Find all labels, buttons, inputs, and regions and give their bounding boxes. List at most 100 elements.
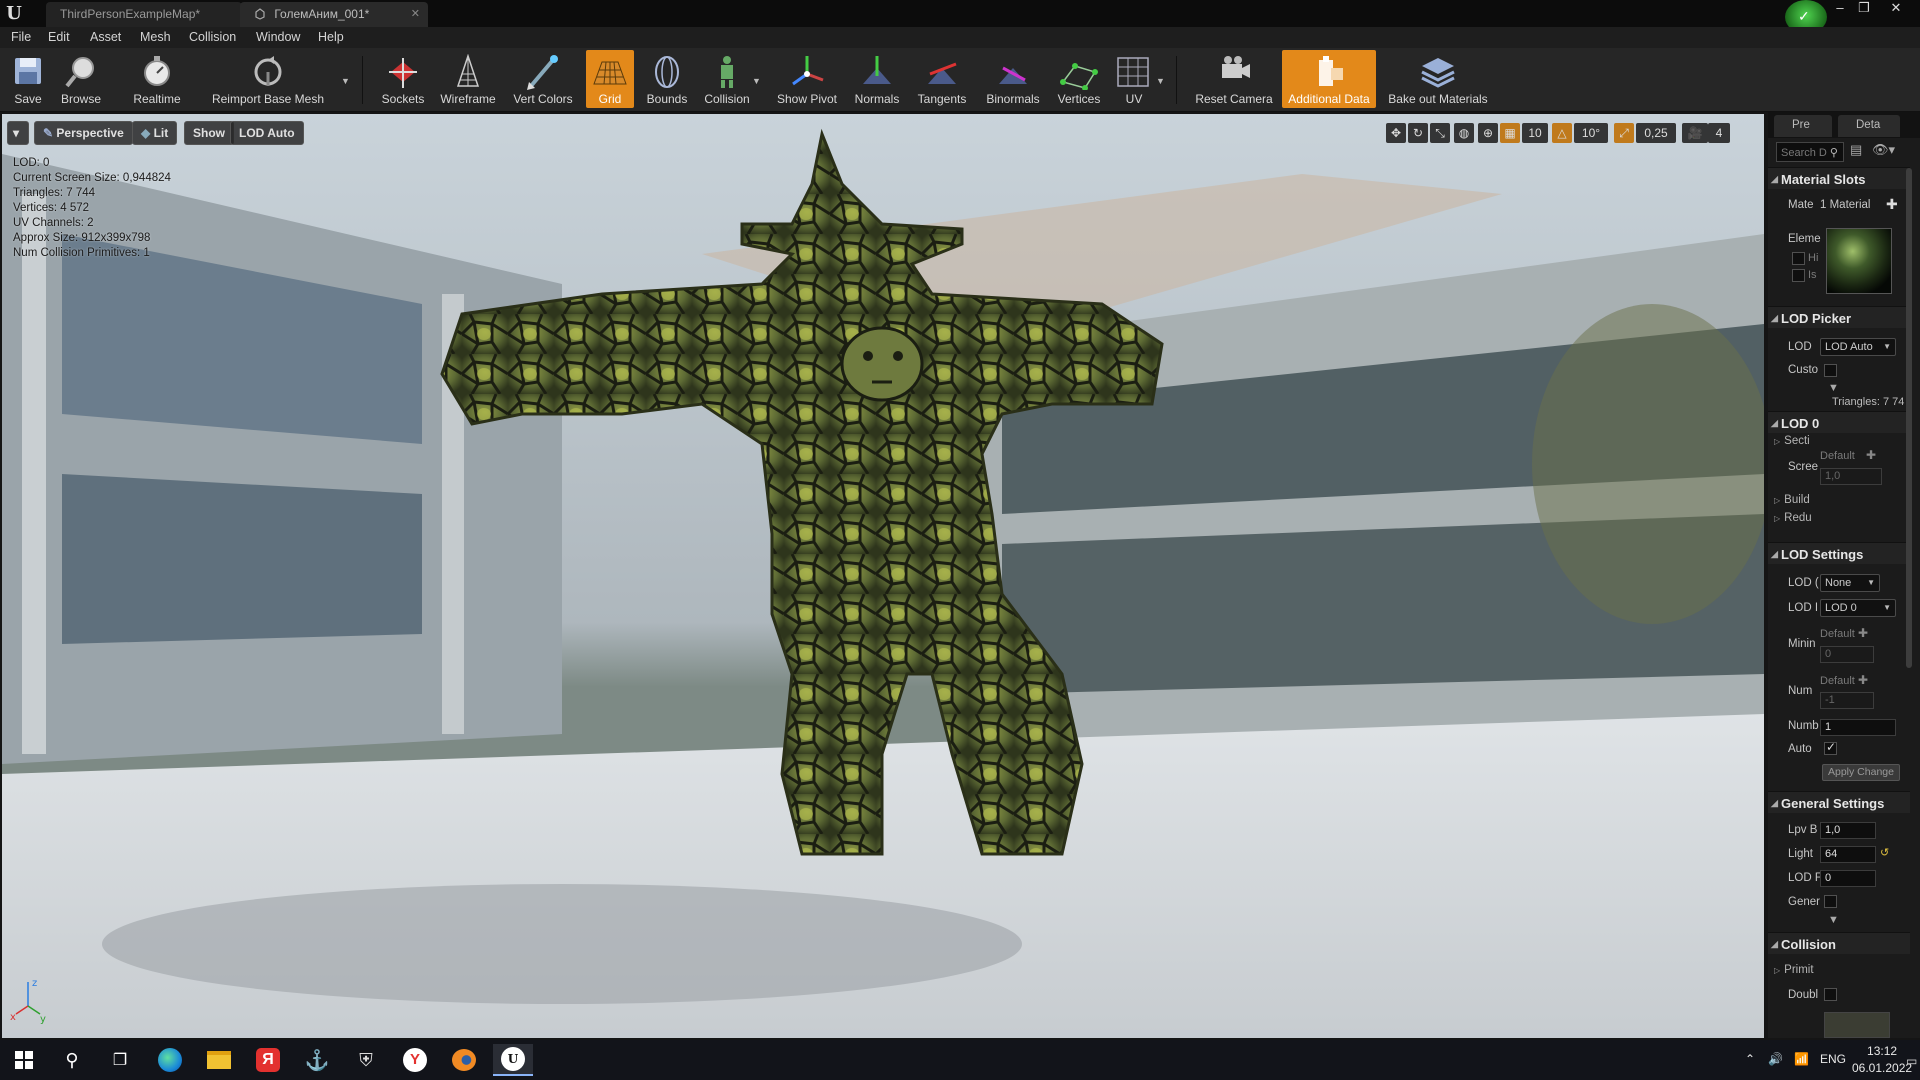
mesh-viewport[interactable]: ▾ ✎ Perspective ◆ Lit Show LOD Auto ✥ ↻ … bbox=[2, 114, 1764, 1038]
tab-map[interactable]: ThirdPersonExampleMap* bbox=[46, 2, 242, 27]
anchor-app-icon[interactable]: ⚓ bbox=[297, 1044, 337, 1076]
lpv-bias-input[interactable]: 1,0 bbox=[1820, 822, 1876, 839]
section-material-slots[interactable]: ◢ Material Slots bbox=[1768, 167, 1910, 189]
vert-colors-button[interactable]: Vert Colors bbox=[508, 50, 578, 108]
bounds-button[interactable]: Bounds bbox=[642, 50, 692, 108]
wireframe-button[interactable]: Wireframe bbox=[438, 50, 498, 108]
tray-overflow-icon[interactable]: ⌃ bbox=[1745, 1052, 1755, 1066]
lightmap-resolution-input[interactable]: 64 bbox=[1820, 846, 1876, 863]
double-sided-checkbox[interactable] bbox=[1824, 988, 1837, 1001]
details-search-input[interactable]: Search D ⚲ bbox=[1776, 142, 1844, 162]
isolate-checkbox[interactable] bbox=[1792, 269, 1805, 282]
add-override-icon[interactable]: ✚ bbox=[1858, 626, 1868, 640]
min-lod-input[interactable]: 0 bbox=[1820, 646, 1874, 663]
expand-arrow-icon[interactable]: ▼ bbox=[1828, 382, 1839, 394]
tab-details[interactable]: Deta bbox=[1838, 115, 1900, 137]
section-lod0[interactable]: ◢ LOD 0 bbox=[1768, 411, 1910, 433]
section-lod-settings[interactable]: ◢ LOD Settings bbox=[1768, 542, 1910, 564]
game-launcher-icon[interactable]: ⛨ bbox=[346, 1044, 386, 1076]
screen-size-input[interactable]: 1,0 bbox=[1820, 468, 1882, 485]
lod-group-select[interactable]: None ▼ bbox=[1820, 574, 1880, 592]
scale-snap-icon[interactable]: ⤢ bbox=[1614, 123, 1634, 143]
add-override-icon[interactable]: ✚ bbox=[1858, 673, 1868, 687]
viewport-options-dropdown[interactable]: ▾ bbox=[7, 121, 29, 145]
close-window-icon[interactable]: ✕ bbox=[1884, 0, 1908, 18]
vertices-button[interactable]: Vertices bbox=[1054, 50, 1104, 108]
sockets-button[interactable]: Sockets bbox=[378, 50, 428, 108]
section-lod-picker[interactable]: ◢ LOD Picker bbox=[1768, 306, 1910, 328]
reimport-base-mesh-button[interactable]: Reimport Base Mesh bbox=[208, 50, 328, 108]
num-streamed-input[interactable]: -1 bbox=[1820, 692, 1874, 709]
build-settings-row[interactable]: ▷ Build bbox=[1774, 494, 1810, 506]
scale-icon[interactable]: ⤡ bbox=[1430, 123, 1450, 143]
world-local-icon[interactable]: ◍ bbox=[1454, 123, 1474, 143]
tab-preview-settings[interactable]: Pre bbox=[1774, 115, 1832, 137]
unreal-engine-taskbar-icon[interactable]: U bbox=[493, 1044, 533, 1076]
show-button[interactable]: Show bbox=[184, 121, 234, 145]
custom-lod-checkbox[interactable] bbox=[1824, 364, 1837, 377]
add-override-icon[interactable]: ✚ bbox=[1866, 448, 1876, 462]
notification-icon[interactable]: ▭ bbox=[1906, 1054, 1917, 1068]
yandex-browser-icon[interactable]: Я bbox=[248, 1044, 288, 1076]
scale-snap-value[interactable]: 0,25 bbox=[1636, 123, 1676, 143]
maximize-icon[interactable]: ❐ bbox=[1852, 0, 1876, 18]
collision-button[interactable]: Collision bbox=[700, 50, 754, 108]
auto-compute-checkbox[interactable] bbox=[1824, 740, 1837, 755]
reset-to-default-icon[interactable]: ↺ bbox=[1880, 846, 1889, 859]
grid-snap-value[interactable]: 10 bbox=[1522, 123, 1548, 143]
menu-edit[interactable]: Edit bbox=[48, 30, 70, 44]
realtime-button[interactable]: Realtime bbox=[124, 50, 190, 108]
collision-dropdown-icon[interactable]: ▼ bbox=[752, 76, 761, 86]
volume-icon[interactable]: 🔊 bbox=[1768, 1052, 1783, 1066]
language-indicator[interactable]: ENG bbox=[1820, 1052, 1846, 1066]
menu-help[interactable]: Help bbox=[318, 30, 344, 44]
translate-icon[interactable]: ✥ bbox=[1386, 123, 1406, 143]
camera-speed-icon[interactable]: 🎥 bbox=[1682, 123, 1708, 143]
normals-button[interactable]: Normals bbox=[850, 50, 904, 108]
menu-asset[interactable]: Asset bbox=[90, 30, 121, 44]
perspective-button[interactable]: ✎ Perspective bbox=[34, 121, 133, 145]
camera-speed-value[interactable]: 4 bbox=[1708, 123, 1730, 143]
physical-material-thumbnail[interactable] bbox=[1824, 1012, 1890, 1038]
menu-collision[interactable]: Collision bbox=[189, 30, 236, 44]
lod-import-select[interactable]: LOD 0 ▼ bbox=[1820, 599, 1896, 617]
file-explorer-icon[interactable] bbox=[199, 1044, 239, 1076]
section-collision[interactable]: ◢ Collision bbox=[1768, 932, 1910, 954]
rotate-icon[interactable]: ↻ bbox=[1408, 123, 1428, 143]
apply-changes-button[interactable]: Apply Change bbox=[1822, 764, 1900, 781]
additional-data-button[interactable]: Additional Data bbox=[1282, 50, 1376, 108]
primitives-row[interactable]: ▷ Primit bbox=[1774, 964, 1814, 976]
browse-button[interactable]: Browse bbox=[54, 50, 108, 108]
search-icon[interactable]: ⚲ bbox=[52, 1044, 92, 1076]
lod-for-collision-input[interactable]: 0 bbox=[1820, 870, 1876, 887]
reimport-dropdown-icon[interactable]: ▼ bbox=[341, 76, 350, 86]
tangents-button[interactable]: Tangents bbox=[912, 50, 972, 108]
lod-picker-select[interactable]: LOD Auto ▼ bbox=[1820, 338, 1896, 356]
grid-snap-icon[interactable]: ▦ bbox=[1500, 123, 1520, 143]
uv-dropdown-icon[interactable]: ▼ bbox=[1156, 76, 1165, 86]
section-general-settings[interactable]: ◢ General Settings bbox=[1768, 791, 1910, 813]
binormals-button[interactable]: Binormals bbox=[980, 50, 1046, 108]
menu-window[interactable]: Window bbox=[256, 30, 300, 44]
menu-mesh[interactable]: Mesh bbox=[140, 30, 171, 44]
grid-button[interactable]: Grid bbox=[586, 50, 634, 108]
bake-out-materials-button[interactable]: Bake out Materials bbox=[1384, 50, 1492, 108]
surface-snap-icon[interactable]: ⊕ bbox=[1478, 123, 1498, 143]
property-matrix-icon[interactable]: ▤ bbox=[1850, 142, 1862, 158]
add-material-icon[interactable]: ✚ bbox=[1886, 196, 1898, 213]
reset-camera-button[interactable]: Reset Camera bbox=[1192, 50, 1276, 108]
menu-file[interactable]: File bbox=[11, 30, 31, 44]
uv-button[interactable]: UV bbox=[1112, 50, 1156, 108]
eye-visibility-icon[interactable]: 👁▾ bbox=[1872, 142, 1895, 158]
rotation-snap-value[interactable]: 10° bbox=[1574, 123, 1608, 143]
save-button[interactable]: Save bbox=[6, 50, 50, 108]
minimize-icon[interactable]: ‒ bbox=[1828, 0, 1852, 18]
blender-icon[interactable] bbox=[444, 1044, 484, 1076]
details-scrollbar[interactable] bbox=[1906, 168, 1912, 668]
rotation-snap-icon[interactable]: △ bbox=[1552, 123, 1572, 143]
highlight-checkbox[interactable] bbox=[1792, 252, 1805, 265]
lod-auto-button[interactable]: LOD Auto bbox=[230, 121, 304, 145]
tab-mesh-editor[interactable]: ГолемАним_001* ✕ bbox=[240, 2, 428, 27]
number-of-lods-input[interactable]: 1 bbox=[1820, 719, 1896, 736]
show-pivot-button[interactable]: Show Pivot bbox=[772, 50, 842, 108]
